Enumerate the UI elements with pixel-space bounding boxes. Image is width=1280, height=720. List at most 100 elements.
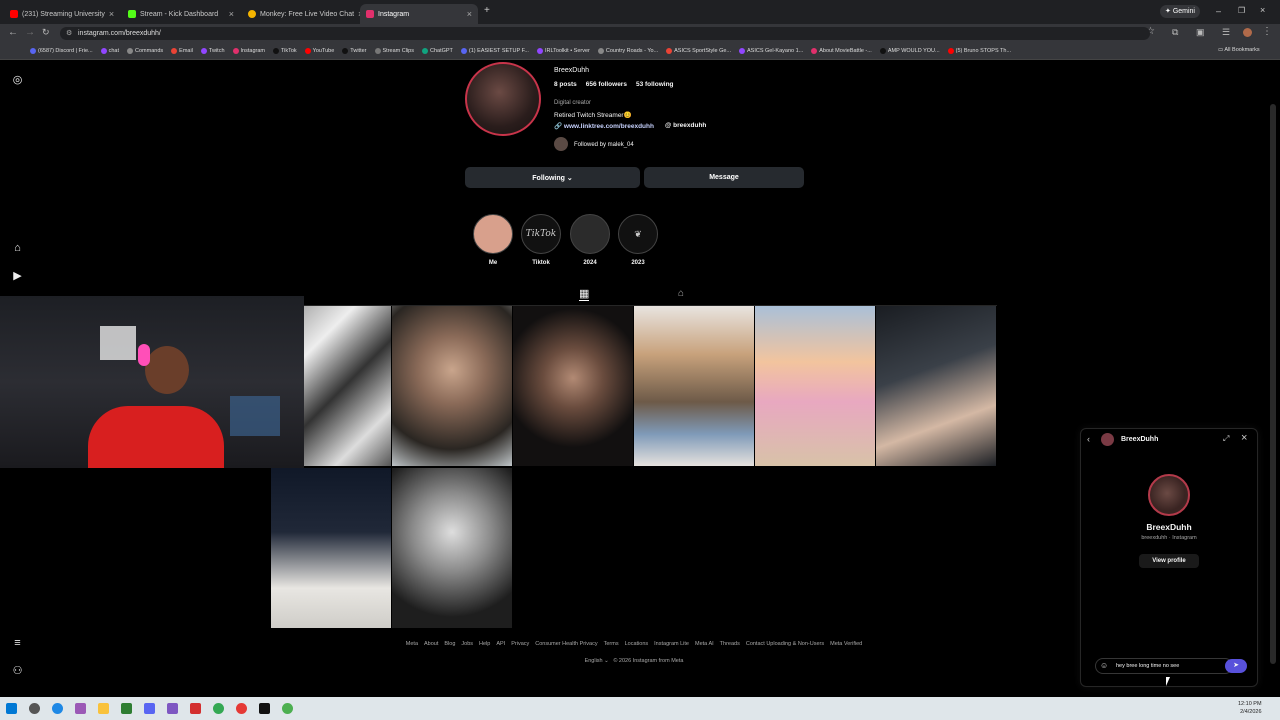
gemini-button[interactable]: ✦ Gemini [1160, 5, 1200, 18]
footer-link[interactable]: Meta [406, 641, 418, 647]
restore-icon[interactable]: ❐ [1238, 6, 1245, 15]
file-explorer-icon[interactable] [98, 703, 109, 714]
chrome-icon[interactable] [282, 703, 293, 714]
bookmark-item[interactable]: TikTok [272, 48, 297, 54]
bookmark-item[interactable]: Commands [127, 48, 163, 54]
footer-link[interactable]: Instagram Lite [654, 641, 689, 647]
post-thumbnail[interactable] [876, 306, 996, 466]
bookmark-item[interactable]: AMP WOULD YOU... [879, 48, 940, 54]
message-button[interactable]: Message [644, 167, 804, 188]
reload-icon[interactable]: ↻ [42, 27, 50, 38]
start-icon[interactable] [6, 703, 17, 714]
footer-link[interactable]: Blog [444, 641, 455, 647]
edge-icon[interactable] [52, 703, 63, 714]
bookmark-item[interactable]: chat [100, 48, 119, 54]
highlight-me[interactable]: Me [473, 214, 513, 266]
bookmark-item[interactable]: YouTube [304, 48, 334, 54]
tab-streaming-university[interactable]: (231) Streaming University × [4, 4, 120, 24]
sidepanel-icon[interactable]: ▣ [1196, 27, 1205, 38]
instagram-logo-icon[interactable]: ◎ [11, 74, 24, 87]
minimize-icon[interactable]: – [1216, 6, 1221, 16]
forward-icon[interactable]: → [25, 27, 35, 38]
following-link[interactable]: 53 following [636, 81, 674, 88]
profile-avatar[interactable] [465, 62, 541, 136]
expand-icon[interactable]: ⤢ [1223, 434, 1229, 444]
bookmark-item[interactable]: (6587) Discord | Frie... [30, 48, 93, 54]
window-close-icon[interactable]: × [1260, 5, 1265, 15]
footer-link[interactable]: Meta Verified [830, 641, 862, 647]
profile-avatar[interactable] [1243, 28, 1252, 37]
highlight-2024[interactable]: 2024 [570, 214, 610, 266]
bookmark-item[interactable]: (5) Bruno STOPS Th... [947, 48, 1011, 54]
tab-instagram[interactable]: Instagram × [360, 4, 478, 24]
also-from-meta-icon[interactable]: ⚇ [11, 665, 24, 678]
bookmark-item[interactable]: Email [171, 48, 193, 54]
bookmark-item[interactable]: ASICS Gel-Kayano 1... [739, 48, 803, 54]
footer-link[interactable]: Contact Uploading & Non-Users [746, 641, 824, 647]
post-thumbnail[interactable] [271, 468, 391, 628]
footer-link[interactable]: Consumer Health Privacy [535, 641, 597, 647]
bookmark-item[interactable]: Stream Clips [374, 48, 414, 54]
threads-link[interactable]: @ breexduhh [665, 122, 706, 129]
menu-icon[interactable]: ⋮ [1262, 26, 1272, 37]
followers-link[interactable]: 656 followers [586, 81, 627, 88]
footer-link[interactable]: Threads [720, 641, 740, 647]
bookmark-item[interactable]: Country Roads - Yo... [597, 48, 658, 54]
bookmark-item[interactable]: (1) EASIEST SETUP F... [460, 48, 529, 54]
chrome-icon[interactable] [213, 703, 224, 714]
following-button[interactable]: Following ⌄ [465, 167, 640, 188]
tab-monkey[interactable]: Monkey: Free Live Video Chat× [242, 4, 360, 24]
footer-link[interactable]: Privacy [511, 641, 529, 647]
footer-link[interactable]: Locations [625, 641, 649, 647]
close-icon[interactable]: × [109, 9, 114, 19]
message-input[interactable]: ☺ hey bree long time no see [1095, 658, 1233, 674]
search-icon[interactable] [29, 703, 40, 714]
home-icon[interactable]: ⌂ [11, 242, 24, 255]
post-thumbnail[interactable] [392, 306, 512, 466]
url-bar[interactable]: ⚙ instagram.com/breexduhh/ [60, 27, 1150, 40]
tagged-tab-icon[interactable]: ⌂ [678, 288, 684, 299]
footer-link[interactable]: About [424, 641, 438, 647]
all-bookmarks-folder[interactable]: ▭ All Bookmarks [1218, 47, 1260, 53]
more-menu-icon[interactable]: ≡ [11, 637, 24, 650]
bookmark-item[interactable]: Twitch [200, 48, 225, 54]
highlight-tiktok[interactable]: TikTok Tiktok [521, 214, 561, 266]
bookmark-item[interactable]: IRLToolkit • Server [536, 48, 590, 54]
opera-icon[interactable] [236, 703, 247, 714]
send-icon[interactable]: ➤ [1225, 659, 1247, 673]
post-thumbnail[interactable] [634, 306, 754, 466]
reels-icon[interactable]: ▶ [11, 270, 24, 283]
back-icon[interactable]: ‹ [1087, 434, 1090, 444]
footer-link[interactable]: Jobs [461, 641, 473, 647]
footer-link[interactable]: API [496, 641, 505, 647]
profile-link[interactable]: 🔗 www.linktree.com/breexduhh [554, 122, 654, 130]
clock[interactable]: 12:10 PM 2/4/2026 [1238, 700, 1262, 716]
footer-link[interactable]: Meta AI [695, 641, 714, 647]
back-icon[interactable]: ← [8, 27, 18, 38]
view-profile-button[interactable]: View profile [1139, 554, 1199, 568]
close-icon[interactable]: × [229, 9, 234, 19]
bookmark-item[interactable]: Twitter [342, 48, 367, 54]
app-icon[interactable] [190, 703, 201, 714]
page-scrollbar[interactable] [1270, 104, 1276, 664]
discord-icon[interactable] [144, 703, 155, 714]
close-icon[interactable]: × [1241, 432, 1247, 444]
site-info-icon[interactable]: ⚙ [66, 27, 72, 40]
extensions-icon[interactable]: ⧉ [1172, 27, 1178, 38]
highlight-2023[interactable]: ❦ 2023 [618, 214, 658, 266]
bookmark-item[interactable]: ChatGPT [421, 48, 453, 54]
posts-grid-tab-icon[interactable]: ▦ [579, 287, 590, 301]
app-icon[interactable] [167, 703, 178, 714]
copilot-icon[interactable] [75, 703, 86, 714]
cast-icon[interactable]: ☰ [1222, 27, 1230, 38]
followed-by[interactable]: Followed by malek_04 [574, 142, 634, 148]
bookmark-item[interactable]: About MovieBattle -... [811, 48, 872, 54]
new-tab-button[interactable]: + [484, 5, 490, 16]
bookmark-item[interactable]: ASICS SportStyle Ge... [666, 48, 731, 54]
terminal-icon[interactable] [259, 703, 270, 714]
bookmark-item[interactable]: Instagram [232, 48, 265, 54]
post-thumbnail[interactable] [392, 468, 512, 628]
app-icon[interactable] [121, 703, 132, 714]
footer-link[interactable]: Terms [604, 641, 619, 647]
language-select[interactable]: English ⌄ [585, 658, 609, 664]
